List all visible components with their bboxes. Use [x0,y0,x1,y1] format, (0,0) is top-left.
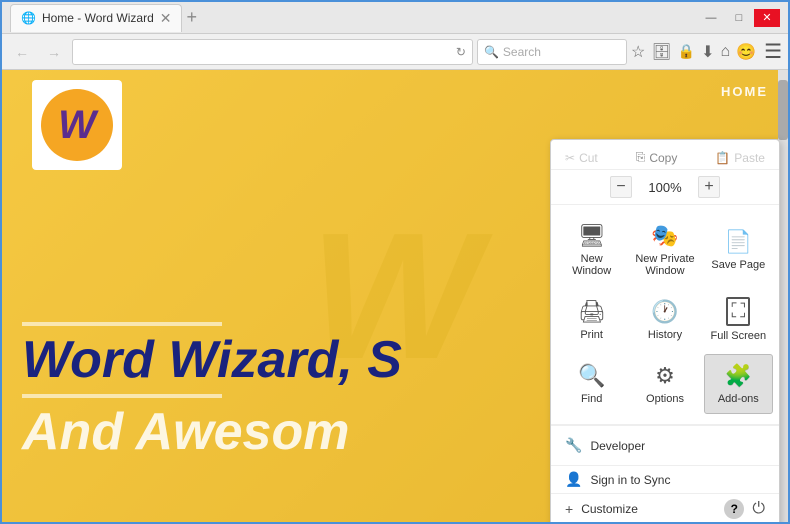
private-window-icon: 🎭 [651,223,678,249]
copy-icon: ⎘ [636,150,646,165]
new-tab-button[interactable]: + [186,7,197,28]
address-bar[interactable]: ↻ [72,39,473,65]
zoom-in-button[interactable]: + [698,176,720,198]
menu-footer: + Customize ? ⏻ [551,493,779,522]
hamburger-menu-button[interactable]: ☰ [764,39,782,64]
hero-divider-2 [22,394,222,398]
addons-icon: 🧩 [725,363,752,389]
copy-label: Copy [649,151,677,165]
options-label: Options [646,393,684,405]
hero-divider [22,322,222,326]
pocket-icon[interactable]: 🔒 [678,43,695,60]
reading-list-icon[interactable]: 🗄 [651,42,671,62]
hero-subtitle: And Awesom [22,402,402,462]
active-tab[interactable]: 🌐 Home - Word Wizard ✕ [10,4,182,32]
new-private-label: New Private Window [635,253,694,277]
tab-title: Home - Word Wizard [42,11,154,25]
forward-button[interactable]: → [40,38,68,66]
fullscreen-item[interactable]: ⛶ Full Screen [704,289,773,350]
maximize-button[interactable]: □ [726,9,752,27]
fullscreen-label: Full Screen [711,330,767,342]
page-content: W W HOME Word Wizard, S And Awesom [2,70,788,522]
new-window-label: New Window [561,253,622,277]
firefox-menu: ✂ Cut ⎘ Copy 📋 Paste − 100% + [550,139,780,522]
print-icon: 🖨 [578,299,606,325]
fullscreen-icon: ⛶ [726,297,750,326]
page-nav: HOME [721,84,768,99]
search-box[interactable]: 🔍 Search [477,39,627,65]
customize-label[interactable]: Customize [581,502,638,516]
paste-label: Paste [734,151,765,165]
developer-item[interactable]: 🔧 Developer [565,432,765,459]
developer-icon: 🔧 [565,437,582,454]
help-button[interactable]: ? [724,499,744,519]
options-item[interactable]: ⚙ Options [630,354,699,414]
history-icon: 🕐 [651,299,678,325]
menu-edit-row: ✂ Cut ⎘ Copy 📋 Paste [551,146,779,170]
addons-label: Add-ons [718,393,759,405]
menu-bottom-section: 🔧 Developer [551,425,779,465]
paste-button[interactable]: 📋 Paste [715,151,765,165]
home-icon[interactable]: ⌂ [720,43,730,61]
back-button[interactable]: ← [8,38,36,66]
cut-button[interactable]: ✂ Cut [565,151,598,165]
menu-grid: 🖥 New Window 🎭 New Private Window 📄 Save… [551,205,779,425]
scissors-icon: ✂ [565,151,575,165]
sync-item[interactable]: 👤 Sign in to Sync [551,466,779,493]
zoom-out-button[interactable]: − [610,176,632,198]
browser-window: 🌐 Home - Word Wizard ✕ + — □ ✕ ← → ↻ 🔍 S… [0,0,790,524]
clipboard-icon: 📋 [715,151,730,165]
sync-label: Sign in to Sync [590,473,670,487]
logo-box: W [32,80,122,170]
download-icon[interactable]: ⬇ [701,42,714,62]
find-label: Find [581,393,602,405]
new-window-icon: 🖥 [578,223,606,249]
new-private-window-item[interactable]: 🎭 New Private Window [630,215,699,285]
customize-plus-icon: + [565,501,573,517]
print-label: Print [580,329,603,341]
find-item[interactable]: 🔍 Find [557,354,626,414]
zoom-level: 100% [640,180,690,195]
window-controls: — □ ✕ [698,9,780,27]
scrollbar-thumb[interactable] [778,80,788,140]
cut-label: Cut [579,151,598,165]
sync-icon: 👤 [565,471,582,488]
zoom-row: − 100% + [551,170,779,205]
page-nav-home[interactable]: HOME [721,84,768,99]
save-page-label: Save Page [711,259,765,271]
developer-label: Developer [590,439,645,453]
find-icon: 🔍 [578,363,605,389]
print-item[interactable]: 🖨 Print [557,289,626,350]
logo-letter: W [58,103,96,148]
sync-icon[interactable]: 😊 [736,42,756,62]
hero-section: Word Wizard, S And Awesom [22,318,402,462]
logo-circle: W [41,89,113,161]
hero-title: Word Wizard, S [22,330,402,390]
history-label: History [648,329,682,341]
search-icon: 🔍 [484,45,499,59]
save-page-icon: 📄 [725,229,752,255]
options-icon: ⚙ [655,363,675,389]
copy-button[interactable]: ⎘ Copy [636,150,678,165]
minimize-button[interactable]: — [698,9,724,27]
tab-close-button[interactable]: ✕ [160,10,172,27]
bookmark-icon[interactable]: ☆ [631,42,645,62]
nav-bar: ← → ↻ 🔍 Search ☆ 🗄 🔒 ⬇ ⌂ 😊 ☰ [2,34,788,70]
history-item[interactable]: 🕐 History [630,289,699,350]
power-button[interactable]: ⏻ [752,500,765,518]
logo-area: W [32,80,122,170]
title-bar: 🌐 Home - Word Wizard ✕ + — □ ✕ [2,2,788,34]
close-button[interactable]: ✕ [754,9,780,27]
search-placeholder: Search [503,45,541,59]
new-window-item[interactable]: 🖥 New Window [557,215,626,285]
refresh-icon[interactable]: ↻ [456,45,466,59]
save-page-item[interactable]: 📄 Save Page [704,215,773,285]
menu-footer-divider: 👤 Sign in to Sync + Customize ? ⏻ [551,465,779,522]
addons-item[interactable]: 🧩 Add-ons [704,354,773,414]
toolbar-icons: ☆ 🗄 🔒 ⬇ ⌂ 😊 ☰ [631,39,782,64]
